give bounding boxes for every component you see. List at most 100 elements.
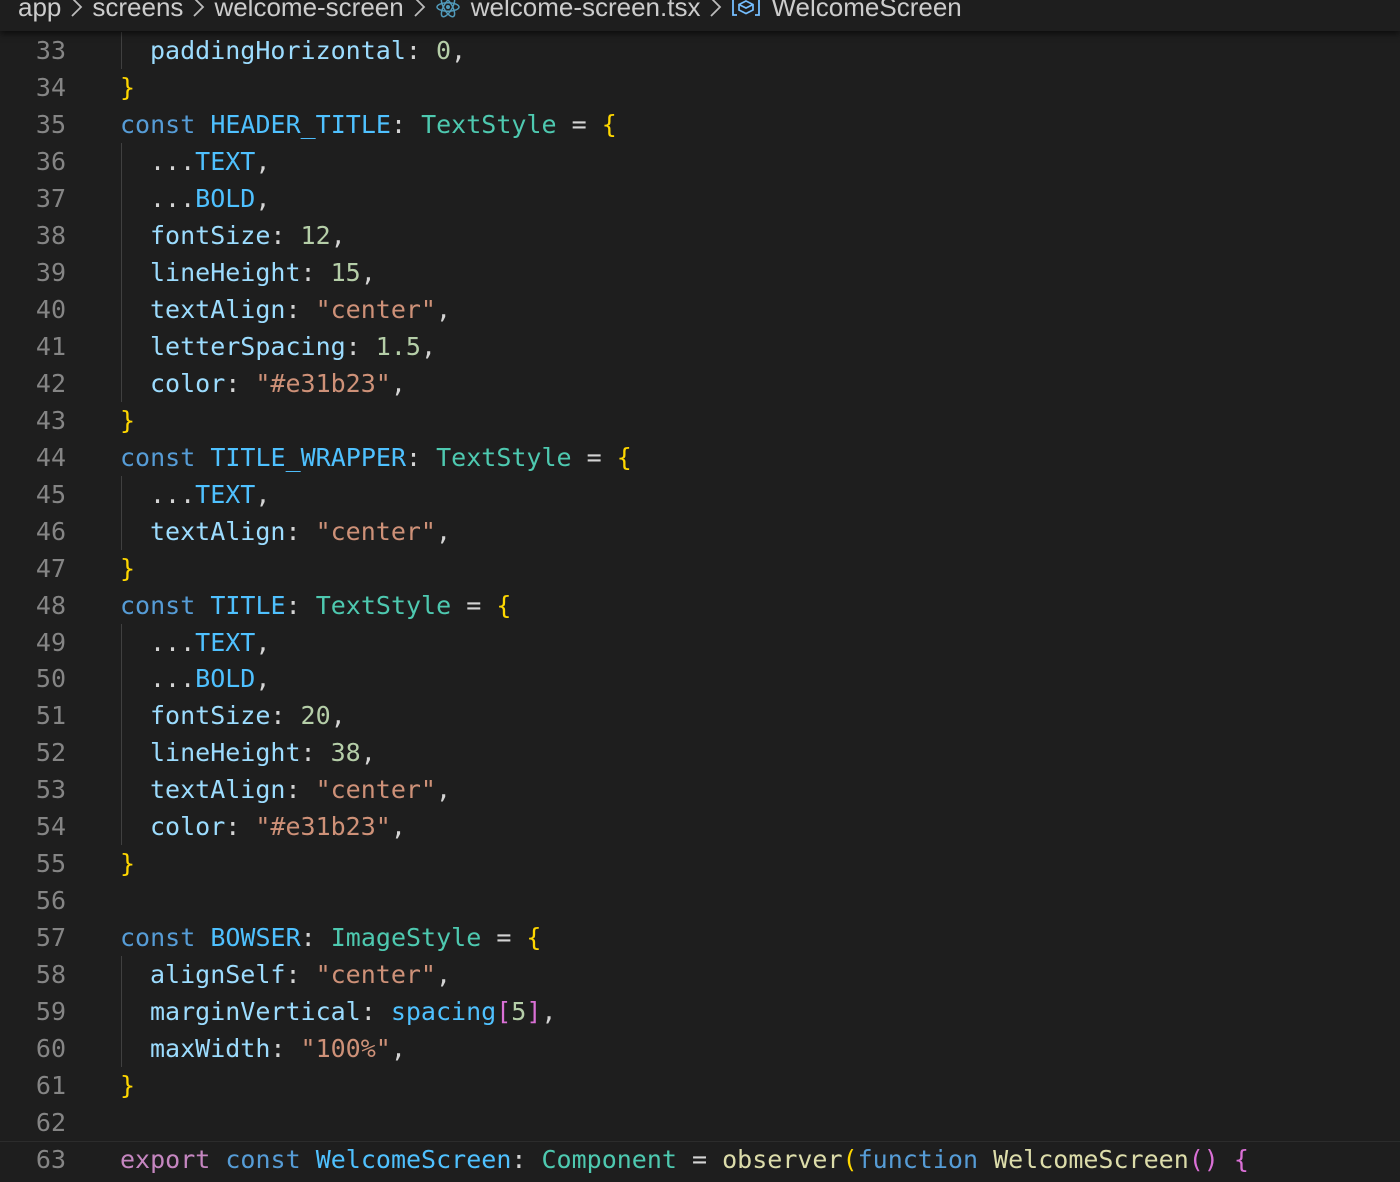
indent-guide — [121, 290, 122, 328]
line-number: 41 — [35, 331, 66, 361]
chevron-right-icon — [70, 0, 83, 18]
code-token: : — [285, 590, 316, 620]
code-token: 0 — [435, 36, 452, 65]
code-token: BOLD — [195, 664, 256, 694]
code-text: fontSize: 12, — [150, 217, 346, 254]
code-line[interactable]: 49 ...TEXT, — [0, 623, 1400, 661]
code-line[interactable]: 33 paddingHorizontal: 0, — [0, 32, 1400, 69]
indent-guide — [121, 32, 122, 69]
breadcrumb-item-screens[interactable]: screens — [92, 0, 183, 26]
code-token: lineHeight — [150, 257, 301, 287]
line-number: 40 — [35, 294, 66, 324]
line-number: 34 — [35, 72, 66, 102]
code-line[interactable]: 39 lineHeight: 15, — [0, 253, 1400, 291]
code-line[interactable]: 56 — [0, 882, 1400, 919]
code-token: : — [225, 812, 256, 842]
code-line[interactable]: 38 fontSize: 12, — [0, 216, 1400, 254]
code-token: Component — [541, 1145, 677, 1175]
breadcrumb-item-file[interactable]: welcome-screen.tsx — [435, 0, 700, 26]
code-token: fontSize — [150, 220, 271, 250]
code-token: , — [390, 812, 406, 842]
line-number: 49 — [35, 627, 66, 657]
indent-guide — [121, 327, 122, 365]
code-text: lineHeight: 15, — [150, 254, 376, 291]
code-line[interactable]: 62 — [0, 1104, 1400, 1141]
code-line[interactable]: 36 ...TEXT, — [0, 142, 1400, 180]
code-line[interactable]: 54 color: "#e31b23", — [0, 808, 1400, 846]
code-line[interactable]: 59 marginVertical: spacing[5], — [0, 993, 1400, 1031]
code-token: : — [270, 1034, 301, 1064]
code-token: , — [330, 701, 346, 731]
code-token: "center" — [315, 294, 436, 324]
indent-guide — [121, 253, 122, 291]
code-line[interactable]: 35 const HEADER_TITLE: TextStyle = { — [0, 106, 1400, 143]
indent-guide — [121, 1030, 122, 1068]
code-line[interactable]: 61} — [0, 1067, 1400, 1104]
code-line[interactable]: 48 const TITLE: TextStyle = { — [0, 587, 1400, 624]
code-token: , — [436, 775, 452, 805]
breadcrumb-item-app[interactable]: app — [18, 0, 61, 26]
code-token: const — [120, 923, 196, 953]
breadcrumb-item-symbol[interactable]: WelcomeScreen — [731, 0, 962, 26]
code-line[interactable]: 44 const TITLE_WRAPPER: TextStyle = { — [0, 439, 1400, 476]
code-token: = — [571, 442, 617, 472]
code-line[interactable]: 52 lineHeight: 38, — [0, 734, 1400, 772]
code-token: export — [120, 1145, 211, 1175]
code-token: = — [481, 923, 527, 953]
indent-guide — [121, 660, 122, 698]
code-token: color — [150, 368, 226, 398]
code-token: "100%" — [300, 1034, 391, 1064]
line-number: 39 — [35, 257, 66, 287]
code-line[interactable]: 51 fontSize: 20, — [0, 697, 1400, 735]
code-token: TextStyle — [436, 442, 572, 472]
code-token: : — [511, 1145, 542, 1175]
code-line[interactable]: 42 color: "#e31b23", — [0, 364, 1400, 402]
code-text: const HEADER_TITLE: TextStyle = { — [120, 106, 617, 143]
code-line[interactable]: 41 letterSpacing: 1.5, — [0, 327, 1400, 365]
code-line[interactable]: 43} — [0, 402, 1400, 439]
code-token: } — [120, 405, 136, 435]
code-token: = — [451, 590, 497, 620]
code-token: : — [225, 368, 256, 398]
code-line[interactable]: 46 textAlign: "center", — [0, 512, 1400, 550]
line-number: 63 — [35, 1145, 66, 1175]
code-token: , — [255, 479, 271, 509]
code-text: maxWidth: "100%", — [150, 1030, 406, 1067]
line-number: 62 — [35, 1108, 66, 1138]
symbol-variable-icon — [731, 0, 761, 18]
code-line[interactable]: 57 const BOWSER: ImageStyle = { — [0, 919, 1400, 956]
code-line[interactable]: 34} — [0, 69, 1400, 106]
line-number: 38 — [35, 220, 66, 250]
code-line[interactable]: 45 ...TEXT, — [0, 475, 1400, 513]
breadcrumb-item-welcome-screen[interactable]: welcome-screen — [214, 0, 403, 26]
code-text: fontSize: 20, — [150, 697, 346, 734]
line-number: 60 — [35, 1034, 66, 1064]
code-line[interactable]: 58 alignSelf: "center", — [0, 956, 1400, 994]
react-icon — [435, 0, 461, 19]
code-editor[interactable]: 33 paddingHorizontal: 0, 34} 35 const HEADER… — [0, 0, 1400, 1182]
code-token: lineHeight — [150, 738, 301, 768]
code-token: 12 — [300, 220, 331, 250]
code-line[interactable]: 55} — [0, 845, 1400, 882]
code-token: ... — [150, 183, 196, 213]
code-line[interactable]: 40 textAlign: "center", — [0, 290, 1400, 328]
chevron-right-icon — [709, 0, 722, 18]
code-line[interactable]: 63 export const WelcomeScreen: Component … — [0, 1141, 1400, 1178]
chevron-right-icon — [413, 0, 426, 18]
code-token: , — [255, 627, 271, 657]
code-token: marginVertical — [150, 997, 361, 1027]
code-line[interactable]: 50 ...BOLD, — [0, 660, 1400, 698]
code-line[interactable]: 47} — [0, 550, 1400, 587]
code-token: ( — [842, 1145, 858, 1175]
code-line[interactable]: 37 ...BOLD, — [0, 179, 1400, 217]
code-token: TITLE — [210, 590, 286, 620]
code-line[interactable]: 60 maxWidth: "100%", — [0, 1030, 1400, 1068]
code-line[interactable]: 53 textAlign: "center", — [0, 771, 1400, 809]
code-token: : — [285, 960, 316, 990]
code-token: const — [120, 109, 196, 139]
code-token: textAlign — [150, 294, 286, 324]
